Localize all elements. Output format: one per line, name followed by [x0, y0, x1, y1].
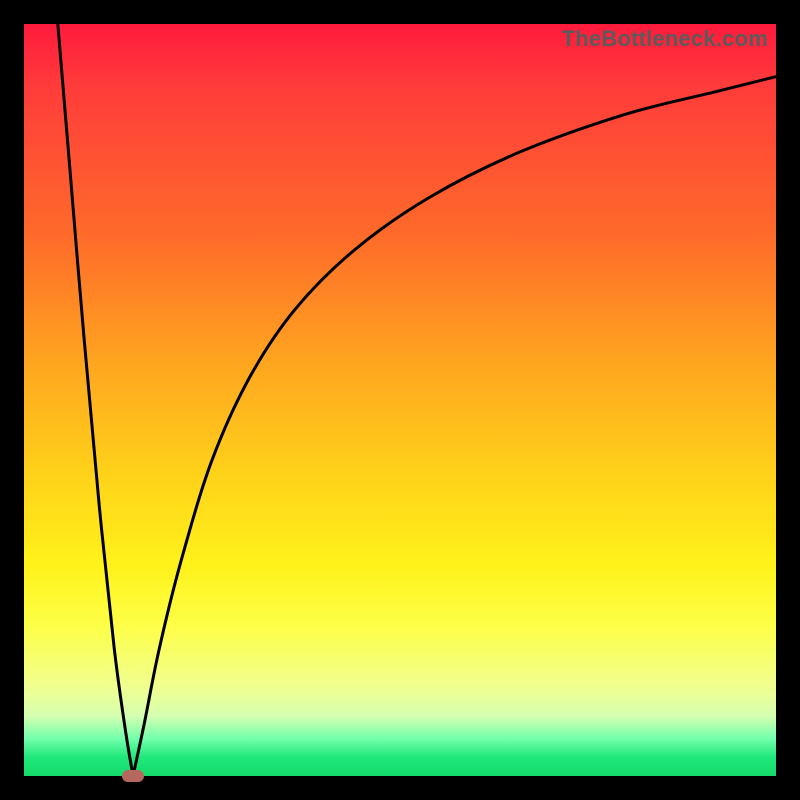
curve-left-branch	[58, 24, 133, 776]
curve-right-branch	[133, 77, 776, 776]
minimum-marker	[122, 770, 144, 782]
chart-frame: TheBottleneck.com	[0, 0, 800, 800]
curve-layer	[24, 24, 776, 776]
plot-area: TheBottleneck.com	[24, 24, 776, 776]
